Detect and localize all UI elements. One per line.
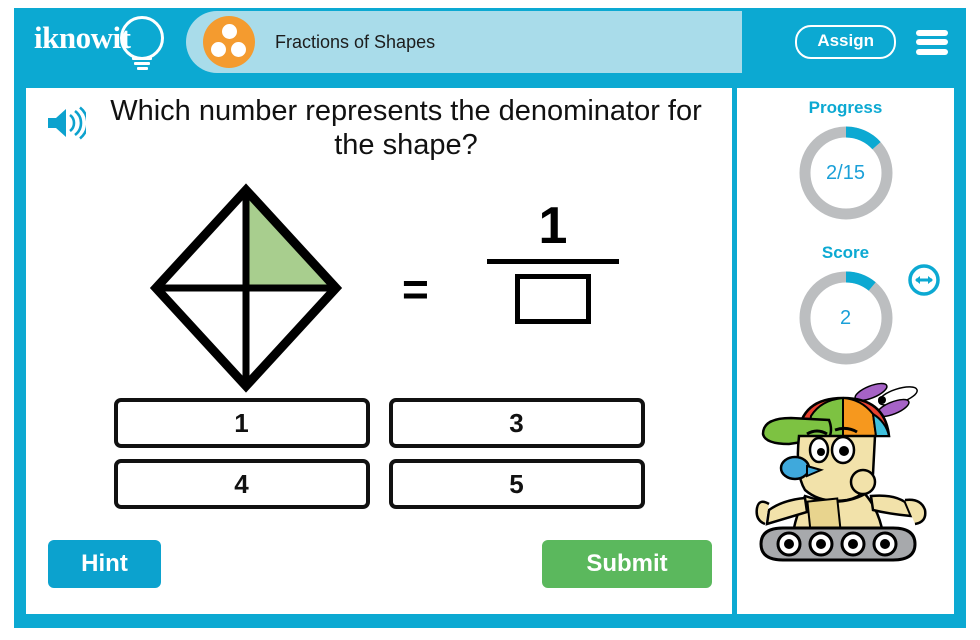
assign-button[interactable]: Assign (795, 25, 896, 59)
three-dots-circle-icon (203, 16, 255, 68)
app-window: iknowit Fractions of Shapes Assign Which… (14, 8, 966, 628)
answer-choice-4[interactable]: 5 (388, 459, 645, 509)
progress-label: Progress (808, 98, 883, 117)
answer-choice-row: 4 5 (26, 459, 732, 509)
brand-logo[interactable]: iknowit (28, 12, 180, 72)
score-ring: 2 (794, 266, 898, 370)
content-frame: Which number represents the denominator … (14, 76, 966, 628)
answer-choice-2[interactable]: 3 (388, 398, 645, 448)
app-header: iknowit Fractions of Shapes Assign (14, 8, 966, 76)
progress-gauge: Progress 2/15 (737, 98, 954, 225)
figure-area: = 1 (26, 180, 732, 398)
lesson-title-banner: Fractions of Shapes (186, 11, 742, 73)
content-area: Which number represents the denominator … (26, 88, 954, 614)
answer-choice-1[interactable]: 1 (113, 398, 370, 448)
hint-button[interactable]: Hint (48, 540, 161, 588)
hamburger-menu-icon[interactable] (916, 29, 948, 55)
fraction-numerator: 1 (538, 197, 568, 255)
fraction-shape-diagram (149, 183, 343, 393)
fraction-bar (487, 259, 619, 265)
submit-button[interactable]: Submit (542, 540, 712, 588)
answer-choice-row: 1 3 (26, 398, 732, 448)
progress-ring: 2/15 (794, 121, 898, 225)
brand-logo-text: iknowit (34, 20, 131, 55)
robot-mascot-icon (743, 378, 953, 578)
score-value: 2 (839, 306, 852, 329)
denominator-answer-box[interactable] (515, 274, 591, 325)
sidebar: Progress 2/15 Score 2 (737, 88, 954, 614)
resize-horizontal-icon[interactable] (907, 263, 941, 297)
question-text: Which number represents the denominator … (110, 95, 702, 162)
equals-sign: = (402, 263, 429, 315)
answer-choices: 1 3 4 5 (26, 398, 732, 520)
progress-value: 2/15 (826, 161, 865, 184)
lightbulb-icon (120, 16, 164, 60)
header-actions: Assign (795, 25, 948, 59)
score-label: Score (821, 243, 870, 262)
lesson-title: Fractions of Shapes (275, 31, 436, 52)
answer-choice-3[interactable]: 4 (113, 459, 370, 509)
fraction-display: 1 (478, 197, 628, 325)
lightbulb-base-icon (132, 57, 152, 70)
speaker-icon[interactable] (46, 106, 89, 140)
